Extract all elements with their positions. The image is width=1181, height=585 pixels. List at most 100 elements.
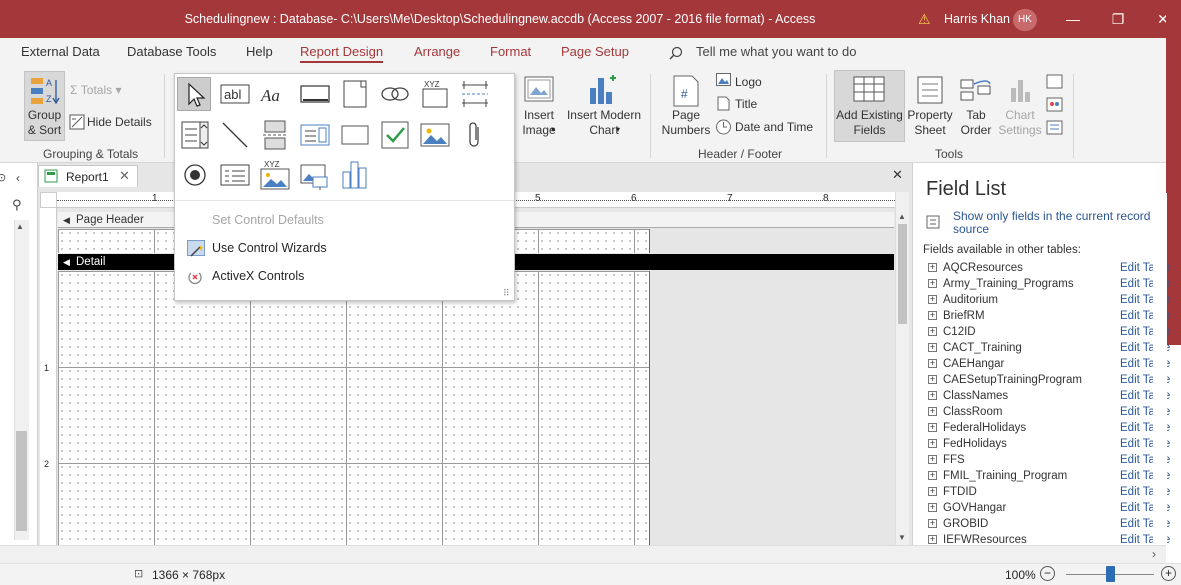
table-row[interactable]: + ClassNames Edit Table [913, 388, 1170, 404]
zoom-out-button[interactable]: − [1040, 566, 1055, 581]
table-row[interactable]: + FMIL_Training_Program Edit Table [913, 468, 1170, 484]
rectangle-control[interactable] [338, 118, 372, 152]
expand-plus-icon[interactable]: + [928, 503, 937, 512]
bound-object-frame-control[interactable] [298, 158, 332, 192]
tab-external-data[interactable]: External Data [21, 44, 100, 59]
report-vertical-scrollbar[interactable]: ▲ ▼ [895, 192, 909, 545]
zoom-slider-thumb[interactable] [1106, 566, 1115, 582]
hide-details-button[interactable]: Hide Details [87, 115, 152, 130]
chart-control[interactable] [338, 158, 372, 192]
expand-plus-icon[interactable]: + [928, 327, 937, 336]
insert-modern-chart-button[interactable]: Insert Modern Chart [564, 108, 644, 138]
button-control[interactable] [298, 77, 332, 111]
hyperlink-control[interactable] [378, 77, 412, 111]
tab-control[interactable] [338, 77, 372, 111]
table-row[interactable]: + ClassRoom Edit Table [913, 404, 1170, 420]
select-pointer-control[interactable] [177, 77, 211, 111]
avatar[interactable]: HK [1013, 9, 1037, 31]
page-break-control[interactable] [258, 118, 292, 152]
tab-arrange[interactable]: Arrange [414, 44, 460, 59]
web-browser-control[interactable]: XYZ [418, 77, 452, 111]
expand-plus-icon[interactable]: + [928, 263, 937, 272]
table-row[interactable]: + FedHolidays Edit Table [913, 436, 1170, 452]
table-row[interactable]: + GROBID Edit Table [913, 516, 1170, 532]
check-box-control[interactable] [378, 118, 412, 152]
expand-icon[interactable]: ⊙ [0, 171, 6, 184]
small-tools-icons[interactable] [1046, 74, 1064, 138]
totals-button[interactable]: Σ Totals ▾ [70, 83, 121, 98]
table-row[interactable]: + CAESetupTrainingProgram Edit Table [913, 372, 1170, 388]
table-row[interactable]: + BriefRM Edit Table [913, 308, 1170, 324]
expand-plus-icon[interactable]: + [928, 311, 937, 320]
title-button[interactable]: Title [735, 97, 757, 112]
navigation-control[interactable] [458, 77, 492, 111]
text-box-control[interactable]: abl [218, 77, 252, 111]
expand-plus-icon[interactable]: + [928, 423, 937, 432]
table-row[interactable]: + C12ID Edit Table [913, 324, 1170, 340]
zoom-in-button[interactable]: + [1161, 566, 1176, 581]
expand-plus-icon[interactable]: + [928, 295, 937, 304]
table-row[interactable]: + Army_Training_Programs Edit Table [913, 276, 1170, 292]
table-row[interactable]: + AQCResources Edit Table [913, 260, 1170, 276]
scroll-up-icon[interactable]: ▲ [16, 222, 24, 231]
option-button-control[interactable] [178, 158, 212, 192]
scroll-right-icon[interactable]: › [1152, 547, 1156, 561]
expand-plus-icon[interactable]: + [928, 471, 937, 480]
table-row[interactable]: + GOVHangar Edit Table [913, 500, 1170, 516]
attachment-control[interactable] [458, 118, 492, 152]
minimize-button[interactable]: — [1058, 6, 1088, 32]
restore-button[interactable]: ❐ [1103, 6, 1133, 32]
logo-button[interactable]: Logo [735, 75, 762, 90]
image-control[interactable] [418, 118, 452, 152]
use-control-wizards-item[interactable]: Use Control Wizards [175, 235, 514, 261]
table-row[interactable]: + Auditorium Edit Table [913, 292, 1170, 308]
expand-plus-icon[interactable]: + [928, 487, 937, 496]
tab-page-setup[interactable]: Page Setup [561, 44, 629, 59]
scroll-down-icon[interactable]: ▼ [898, 533, 906, 542]
expand-plus-icon[interactable]: + [928, 535, 937, 544]
tab-report-design[interactable]: Report Design [300, 44, 384, 63]
date-time-button[interactable]: Date and Time [735, 120, 813, 135]
resize-grip-icon[interactable]: ⠿ [503, 288, 510, 299]
tab-order-button[interactable]: Tab Order [956, 108, 996, 138]
page-numbers-button[interactable]: Page Numbers [659, 108, 713, 138]
property-sheet-button[interactable]: Property Sheet [905, 108, 955, 138]
warning-icon[interactable]: ⚠ [918, 11, 931, 28]
document-tab-report1[interactable]: Report1 ✕ [38, 165, 138, 187]
set-control-defaults-item[interactable]: Set Control Defaults [175, 207, 514, 233]
show-only-fields-link[interactable]: Show only fields in the current record s… [953, 210, 1167, 236]
search-icon[interactable]: ⚲ [12, 197, 22, 213]
horizontal-scrollbar[interactable]: › [0, 545, 1166, 563]
expand-plus-icon[interactable]: + [928, 279, 937, 288]
table-row[interactable]: + FFS Edit Table [913, 452, 1170, 468]
table-row[interactable]: + FTDID Edit Table [913, 484, 1170, 500]
nav-scroll-thumb[interactable] [16, 431, 27, 531]
activex-controls-item[interactable]: ActiveX Controls [175, 263, 514, 289]
scroll-thumb[interactable] [898, 224, 907, 324]
tab-database-tools[interactable]: Database Tools [127, 44, 216, 59]
user-name[interactable]: Harris Khan [944, 12, 1010, 26]
expand-plus-icon[interactable]: + [928, 519, 937, 528]
expand-plus-icon[interactable]: + [928, 359, 937, 368]
table-row[interactable]: + FederalHolidays Edit Table [913, 420, 1170, 436]
list-box-control[interactable] [298, 118, 332, 152]
label-control[interactable]: Aa [258, 77, 292, 111]
expand-plus-icon[interactable]: + [928, 455, 937, 464]
option-group-control[interactable] [218, 158, 252, 192]
detail-grid[interactable] [58, 271, 650, 545]
report-selector[interactable] [40, 192, 57, 208]
scroll-up-icon[interactable]: ▲ [898, 212, 906, 221]
chart-settings-button[interactable]: Chart Settings [996, 108, 1044, 138]
combo-box-control[interactable] [178, 118, 212, 152]
expand-plus-icon[interactable]: + [928, 343, 937, 352]
tab-help[interactable]: Help [246, 44, 273, 59]
collapse-arrow-icon[interactable]: ‹ [16, 171, 20, 185]
table-row[interactable]: + CACT_Training Edit Table [913, 340, 1170, 356]
expand-plus-icon[interactable]: + [928, 407, 937, 416]
expand-plus-icon[interactable]: + [928, 375, 937, 384]
close-tab-icon[interactable]: ✕ [119, 168, 130, 184]
close-document-icon[interactable]: ✕ [892, 167, 903, 183]
tab-format[interactable]: Format [490, 44, 531, 59]
expand-plus-icon[interactable]: + [928, 439, 937, 448]
line-control[interactable] [218, 118, 252, 152]
